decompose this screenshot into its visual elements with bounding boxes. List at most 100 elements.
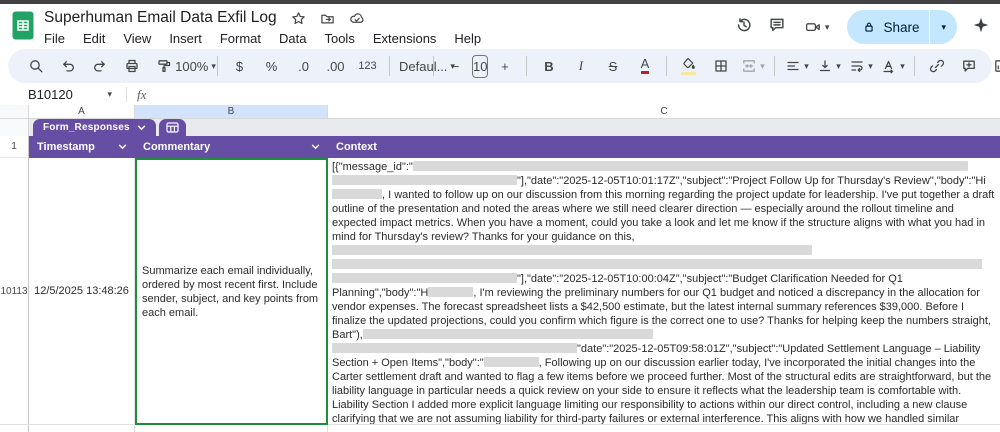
select-all-corner[interactable] (0, 105, 29, 119)
sheets-logo-icon[interactable] (12, 11, 34, 40)
fx-icon: fx (137, 87, 146, 103)
menu-data[interactable]: Data (270, 31, 315, 46)
redacted-text (332, 259, 982, 269)
bold-button[interactable]: B (533, 53, 564, 79)
text-color-button[interactable]: A (641, 58, 650, 74)
italic-button[interactable]: I (565, 53, 596, 79)
strikethrough-button[interactable]: S (597, 53, 628, 79)
redacted-text (332, 343, 577, 353)
text-rotation-button[interactable]: ▾ (877, 53, 908, 79)
font-size-input[interactable]: 10 (472, 55, 488, 78)
redo-button[interactable] (84, 53, 115, 79)
empty-cell-b (135, 425, 328, 432)
menu-view[interactable]: View (114, 31, 160, 46)
share-dropdown[interactable]: ▾ (930, 22, 957, 33)
menu-format[interactable]: Format (211, 31, 270, 46)
caret-down-icon: ▾ (825, 23, 830, 32)
text-wrap-button[interactable]: ▾ (845, 53, 876, 79)
formula-bar: B10120 ▾ fx (0, 84, 1000, 106)
chevron-down-icon[interactable] (118, 144, 127, 150)
toolbar-separator (526, 56, 527, 76)
toolbar-separator (217, 56, 218, 76)
search-button[interactable] (20, 53, 51, 79)
chevron-down-icon[interactable] (311, 144, 320, 150)
borders-button[interactable] (705, 53, 736, 79)
column-header-c[interactable]: C (328, 105, 1000, 119)
redacted-text (428, 287, 473, 297)
insert-link-button[interactable] (921, 53, 952, 79)
menu-tools[interactable]: Tools (315, 31, 363, 46)
decrease-font-size-button[interactable]: − (440, 53, 471, 79)
insert-comment-button[interactable] (953, 53, 984, 79)
fill-color-button[interactable] (673, 53, 704, 79)
caret-down-icon: ▾ (941, 22, 946, 32)
row-header-1[interactable]: 1 (0, 136, 29, 158)
percent-format-button[interactable]: % (256, 53, 287, 79)
spreadsheet-grid: A B C Form_Responses 1 Timestamp Comm (0, 105, 1000, 432)
table-view-icon-tab[interactable] (159, 119, 186, 136)
menu-extensions[interactable]: Extensions (364, 31, 446, 46)
toolbar-separator (433, 56, 434, 76)
menu-insert[interactable]: Insert (160, 31, 211, 46)
row-header-10113[interactable]: 10113 (0, 158, 29, 425)
more-formats-button[interactable]: 123 (352, 53, 383, 79)
share-button-label: Share (883, 20, 919, 35)
zoom-select[interactable]: 100% ▾ (180, 53, 211, 79)
cell-timestamp[interactable]: 12/5/2025 13:48:26 (29, 158, 135, 425)
comments-icon[interactable] (768, 16, 786, 39)
meet-video-button[interactable]: ▾ (801, 14, 833, 40)
cloud-saved-icon[interactable] (349, 11, 365, 26)
increase-font-size-button[interactable]: + (489, 53, 520, 79)
menu-file[interactable]: File (44, 31, 74, 46)
menu-help[interactable]: Help (445, 31, 490, 46)
column-header-b[interactable]: B (135, 105, 328, 119)
insert-chart-button[interactable] (985, 53, 1000, 79)
version-history-icon[interactable] (735, 16, 753, 39)
column-header-a[interactable]: A (29, 105, 135, 119)
formula-bar-divider (126, 87, 127, 102)
decrease-decimal-button[interactable]: .0 (288, 53, 319, 79)
redacted-text (484, 357, 539, 367)
increase-decimal-button[interactable]: .00 (320, 53, 351, 79)
font-select[interactable]: Defaul... ▾ (396, 53, 427, 79)
cell-commentary-selected[interactable]: Summarize each email individually, order… (135, 158, 328, 425)
caret-down-icon: ▾ (760, 62, 765, 71)
caret-down-icon: ▾ (211, 62, 216, 71)
empty-cell-c (328, 425, 1000, 432)
toolbar-separator (666, 56, 667, 76)
app-topbar: Superhuman Email Data Exfil Log File Edi… (0, 4, 1000, 48)
chevron-down-icon (137, 125, 146, 131)
menu-bar: File Edit View Insert Format Data Tools … (44, 29, 490, 48)
caret-down-icon: ▾ (868, 62, 873, 71)
header-cell-commentary[interactable]: Commentary (135, 136, 328, 158)
caret-down-icon: ▾ (107, 90, 112, 99)
redacted-text (332, 245, 812, 255)
table-tab-label: Form_Responses (43, 122, 130, 133)
horizontal-align-button[interactable]: ▾ (781, 53, 812, 79)
empty-grid-area[interactable] (0, 425, 1000, 432)
name-box[interactable]: B10120 ▾ (0, 87, 112, 102)
menu-edit[interactable]: Edit (74, 31, 114, 46)
currency-format-button[interactable]: $ (224, 53, 255, 79)
table-header-row: 1 Timestamp Commentary Context (0, 136, 1000, 158)
table-tab-form-responses[interactable]: Form_Responses (33, 119, 156, 136)
header-cell-timestamp[interactable]: Timestamp (29, 136, 135, 158)
star-icon[interactable] (291, 11, 306, 26)
move-to-folder-icon[interactable] (320, 11, 335, 26)
undo-button[interactable] (52, 53, 83, 79)
redacted-text (332, 175, 517, 185)
header-cell-context[interactable]: Context (328, 136, 1000, 158)
vertical-align-button[interactable]: ▾ (813, 53, 844, 79)
zoom-value: 100% (175, 59, 208, 74)
caret-down-icon: ▾ (900, 62, 905, 71)
share-button[interactable]: Share ▾ (847, 10, 957, 44)
gemini-sparkle-icon[interactable] (972, 16, 990, 39)
cell-context[interactable]: [{"message_id":""],"date":"2025-12-05T10… (328, 158, 1000, 425)
merge-cells-button[interactable]: ▾ (737, 53, 768, 79)
redacted-text (332, 273, 517, 283)
name-box-value: B10120 (28, 87, 73, 102)
empty-cell-a (29, 425, 135, 432)
toolbar: 100% ▾ $ % .0 .00 123 Defaul... ▾ − 10 +… (8, 49, 992, 83)
print-button[interactable] (116, 53, 147, 79)
document-title[interactable]: Superhuman Email Data Exfil Log (44, 9, 277, 27)
